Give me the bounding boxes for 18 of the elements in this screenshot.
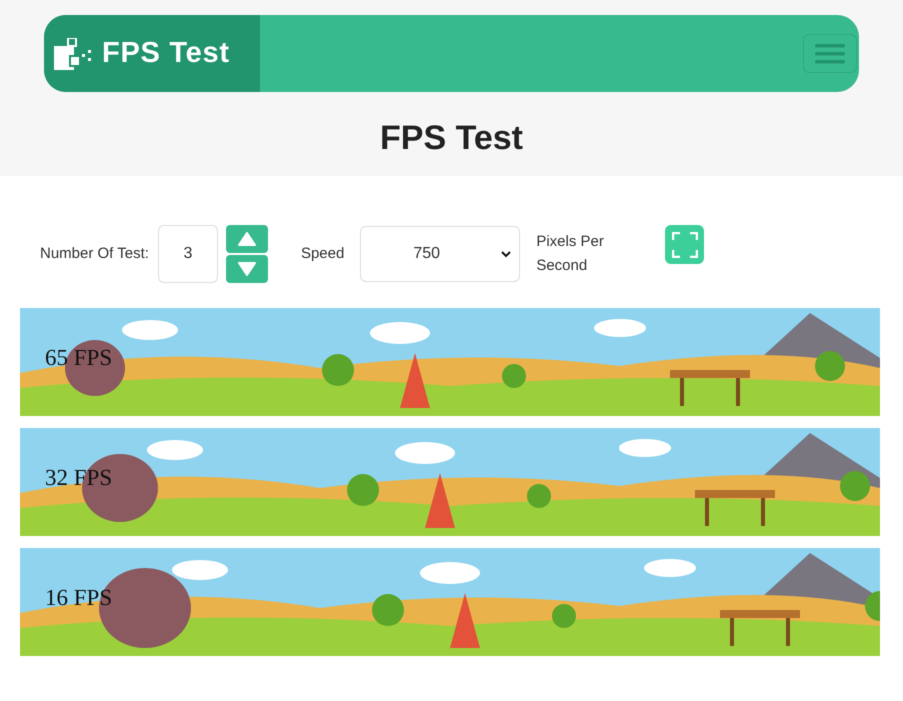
speed-select[interactable]: 750 (360, 226, 520, 282)
menu-button[interactable] (803, 34, 857, 73)
pixel-squares-icon (54, 38, 94, 70)
chevron-down-icon (501, 250, 512, 258)
logo-text: FPS Test (102, 36, 230, 71)
menu-icon (815, 44, 845, 64)
fps-counter: 65 FPS (45, 344, 112, 372)
number-label: Number Of Test: (40, 244, 149, 264)
number-field[interactable]: 3 (158, 225, 218, 283)
fullscreen-button[interactable] (665, 225, 704, 264)
decrement-button[interactable] (226, 255, 268, 283)
increment-button[interactable] (226, 225, 268, 253)
page-title: FPS Test (379, 118, 524, 159)
unit-label: Pixels Per Second (536, 232, 605, 276)
fullscreen-icon (672, 232, 698, 258)
up-triangle-icon (238, 232, 256, 246)
down-triangle-icon (238, 262, 256, 276)
speed-label: Speed (300, 244, 344, 264)
